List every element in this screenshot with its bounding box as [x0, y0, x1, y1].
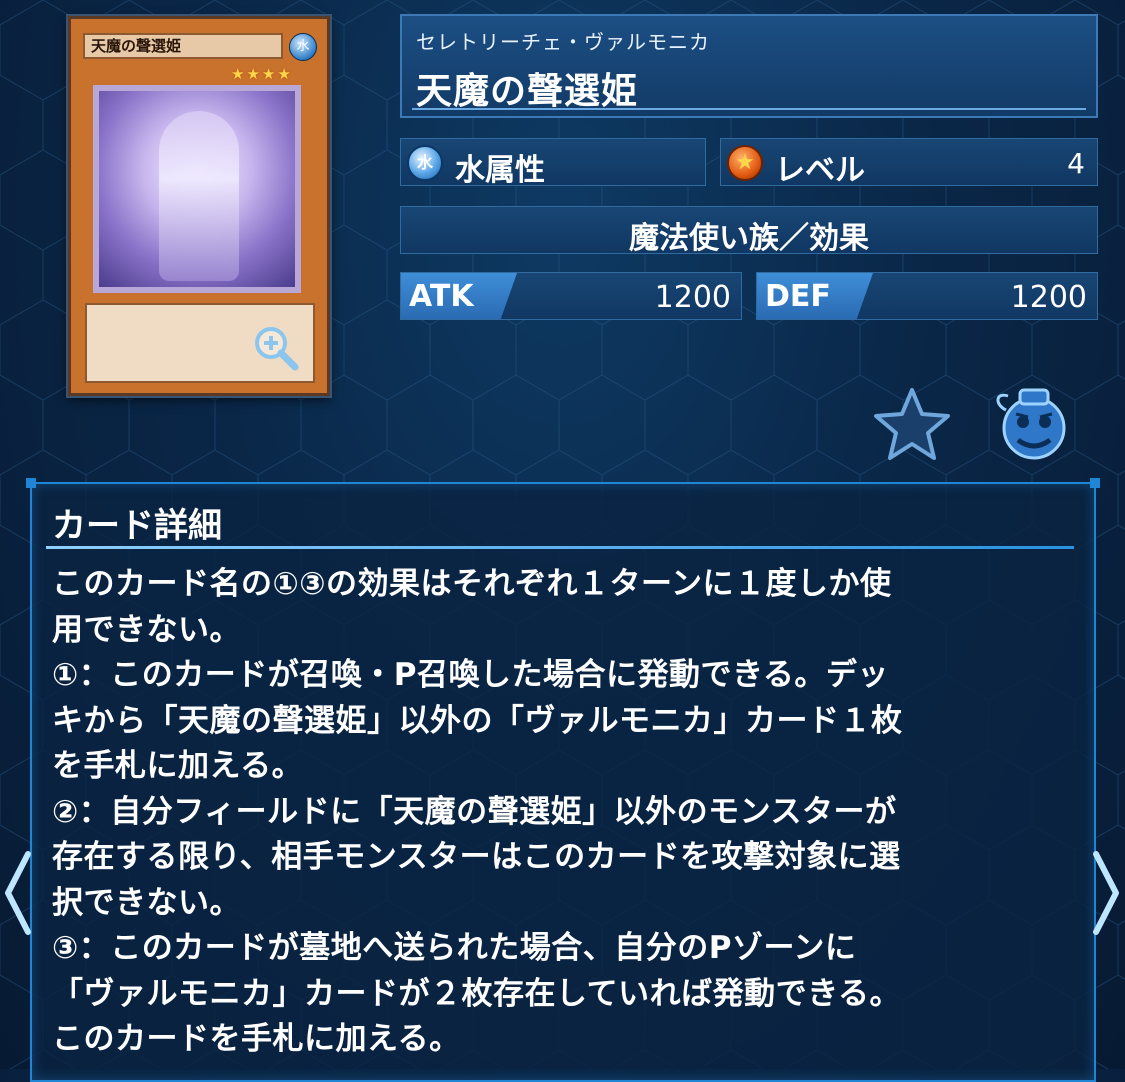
artwork-figure — [159, 111, 239, 281]
card-thumbnail[interactable]: 天魔の聲選姫 水 ★★★★ — [68, 16, 330, 396]
atk-label: ATK — [409, 279, 474, 314]
card-detail-panel: カード詳細 このカード名の①③の効果はそれぞれ１ターンに１度しか使 用できない。… — [26, 478, 1100, 1082]
zoom-in-icon[interactable] — [251, 323, 301, 373]
atk-box: ATK 1200 — [400, 272, 742, 320]
attribute-box: 水 水属性 — [400, 138, 706, 188]
name-divider — [412, 108, 1086, 110]
card-name-reading: セレトリーチェ・ヴァルモニカ — [416, 30, 710, 54]
monster-type-box: 魔法使い族／効果 — [400, 206, 1098, 256]
card-effect-text: このカード名の①③の効果はそれぞれ１ターンに１度しか使 用できない。 ①：このカ… — [52, 566, 903, 1057]
thumbnail-attribute-icon: 水 — [289, 33, 317, 61]
thumbnail-name: 天魔の聲選姫 — [83, 33, 283, 59]
level-star-icon — [727, 145, 763, 181]
atk-value: 1200 — [654, 280, 731, 315]
attribute-label: 水属性 — [455, 153, 545, 188]
def-value: 1200 — [1010, 280, 1087, 315]
star-icon[interactable] — [872, 386, 952, 462]
chevron-left-icon[interactable] — [2, 848, 32, 938]
thumbnail-level-stars: ★★★★ — [231, 65, 293, 83]
level-label: レベル — [775, 153, 865, 188]
monster-type: 魔法使い族／効果 — [629, 221, 869, 256]
def-label: DEF — [765, 279, 831, 314]
level-value: 4 — [1067, 147, 1085, 180]
detail-divider — [46, 546, 1074, 549]
card-name: 天魔の聲選姫 — [416, 71, 639, 112]
panel-corner — [1090, 478, 1100, 488]
level-box: レベル 4 — [720, 138, 1098, 188]
panel-corner — [26, 478, 36, 488]
card-artwork — [93, 85, 301, 293]
chevron-right-icon[interactable] — [1092, 848, 1122, 938]
def-box: DEF 1200 — [756, 272, 1098, 320]
thumbnail-text-box — [85, 303, 315, 383]
card-name-panel: セレトリーチェ・ヴァルモニカ 天魔の聲選姫 — [400, 14, 1098, 118]
pot-icon[interactable] — [992, 380, 1076, 464]
water-attribute-icon: 水 — [407, 145, 443, 181]
detail-title: カード詳細 — [52, 506, 222, 546]
